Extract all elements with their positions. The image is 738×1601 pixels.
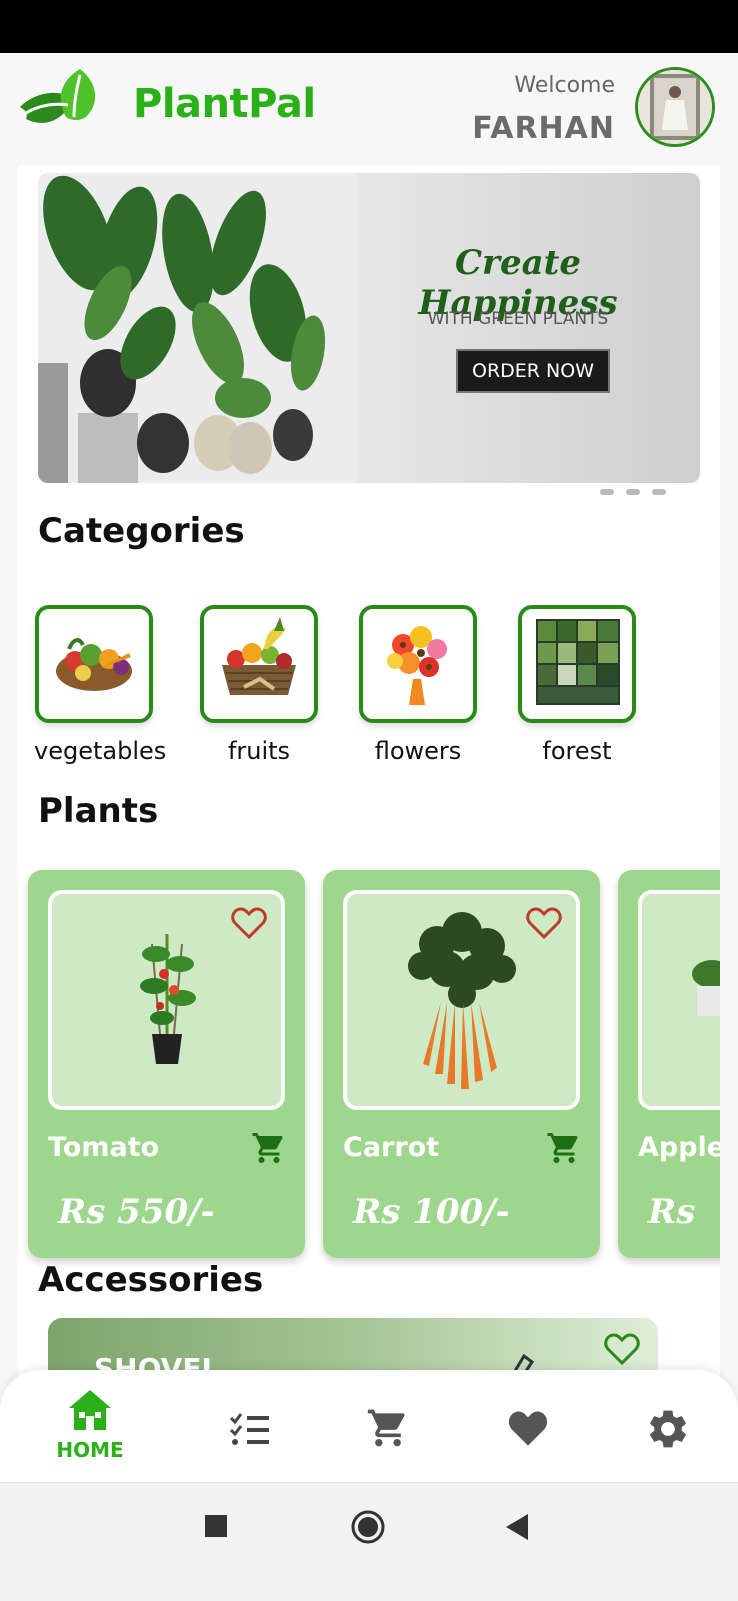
promo-banner[interactable]: Create Happiness WITH GREEN PLANTS ORDER… [38, 173, 700, 483]
avatar[interactable] [635, 67, 715, 147]
category-label: forest [542, 737, 612, 765]
category-image [518, 605, 636, 723]
app-header: PlantPal Welcome FARHAN [0, 53, 738, 165]
category-image [35, 605, 153, 723]
welcome-text: Welcome [514, 73, 615, 98]
home-icon [67, 1390, 113, 1436]
plant-image [343, 890, 580, 1110]
cart-icon [366, 1409, 410, 1454]
plant-card-tomato[interactable]: Tomato Rs 550/- [28, 870, 305, 1258]
leaf-logo-icon [16, 69, 106, 143]
order-now-button[interactable]: ORDER NOW [456, 349, 610, 393]
accessories-title: Accessories [38, 1260, 264, 1300]
plant-price: Rs 550/- [58, 1192, 215, 1232]
nav-favorites[interactable] [488, 1388, 568, 1452]
recent-apps-icon[interactable] [205, 1515, 227, 1541]
carousel-dot [626, 489, 640, 495]
nav-orders[interactable] [210, 1388, 290, 1456]
category-label: vegetables [34, 737, 167, 765]
plant-price: Rs [648, 1192, 696, 1232]
carousel-dot [652, 489, 666, 495]
plants-title: Plants [38, 791, 159, 831]
plant-price: Rs 100/- [353, 1192, 510, 1232]
carousel-dot [600, 489, 614, 495]
category-fruits[interactable]: fruits [199, 605, 319, 765]
nav-settings[interactable] [628, 1388, 708, 1456]
plants-illustration [38, 173, 358, 483]
category-label: fruits [227, 737, 291, 765]
plant-image [638, 890, 720, 1110]
nav-label: HOME [56, 1438, 124, 1462]
plant-name: Tomato [48, 1132, 160, 1163]
nav-home[interactable]: HOME [50, 1388, 130, 1462]
category-flowers[interactable]: flowers [358, 605, 478, 765]
checklist-icon [227, 1413, 273, 1456]
app-name: PlantPal [133, 81, 316, 127]
category-forest[interactable]: forest [517, 605, 637, 765]
category-image [200, 605, 318, 723]
system-navigation-bar [0, 1482, 738, 1601]
plant-name: Carrot [343, 1132, 440, 1163]
status-bar [0, 0, 738, 53]
home-button-icon[interactable] [351, 1510, 385, 1548]
plant-name: Apple [638, 1132, 720, 1163]
plant-card-carrot[interactable]: Carrot Rs 100/- [323, 870, 600, 1258]
favorite-heart-icon[interactable] [526, 906, 562, 944]
nav-cart[interactable] [348, 1388, 428, 1454]
category-label: flowers [374, 737, 462, 765]
category-vegetables[interactable]: vegetables [34, 605, 167, 765]
heart-icon [506, 1411, 550, 1452]
back-icon[interactable] [506, 1514, 530, 1544]
main-content: Create Happiness WITH GREEN PLANTS ORDER… [18, 165, 720, 1400]
carousel-indicator [600, 489, 666, 495]
add-to-cart-icon[interactable] [251, 1130, 287, 1170]
banner-subtitle: WITH GREEN PLANTS [427, 309, 609, 329]
bottom-nav: HOME [0, 1370, 738, 1482]
gear-icon [645, 1410, 691, 1456]
add-to-cart-icon[interactable] [546, 1130, 582, 1170]
category-image [359, 605, 477, 723]
user-name: FARHAN [472, 111, 615, 146]
categories-title: Categories [38, 511, 245, 551]
favorite-heart-icon[interactable] [604, 1332, 640, 1370]
plant-image [48, 890, 285, 1110]
plant-card-apple[interactable]: Apple Rs [618, 870, 720, 1258]
favorite-heart-icon[interactable] [231, 906, 267, 944]
